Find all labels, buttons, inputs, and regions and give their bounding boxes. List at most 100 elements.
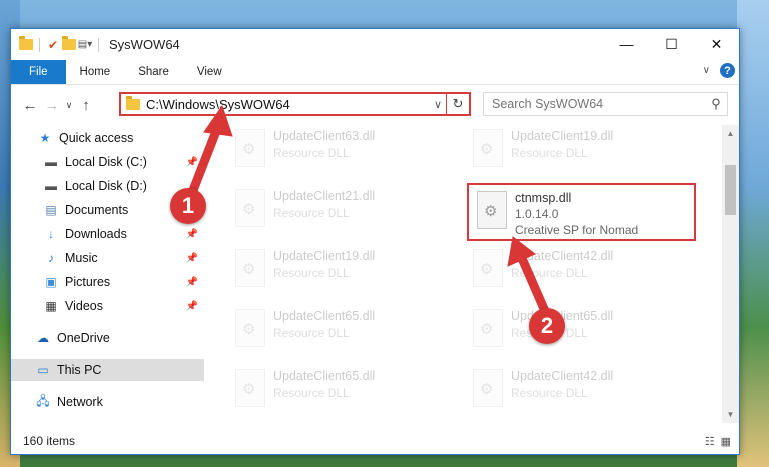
- forward-icon[interactable]: →: [41, 97, 63, 114]
- search-box[interactable]: ⚲: [483, 92, 728, 116]
- dll-file-icon: ⚙: [235, 189, 265, 227]
- properties-icon[interactable]: ✔: [46, 38, 60, 52]
- file-name: UpdateClient42.dll: [511, 249, 614, 263]
- file-description: Creative SP for Nomad: [515, 223, 639, 237]
- sidebar-item-label: Videos: [65, 299, 103, 313]
- sidebar-item-label: Network: [57, 395, 103, 409]
- pin-icon: 📌: [185, 228, 198, 240]
- refresh-icon[interactable]: ↻: [446, 94, 469, 114]
- vertical-scrollbar[interactable]: ▲ ▼: [722, 125, 739, 423]
- window-folder-icon: [19, 36, 33, 52]
- callout-1: 1: [170, 188, 206, 224]
- dll-file-icon: ⚙: [473, 309, 503, 347]
- file-item-ctnmsp[interactable]: ⚙ ctnmsp.dll 1.0.14.0 Creative SP for No…: [473, 189, 703, 245]
- large-icons-view-icon[interactable]: ▦: [721, 435, 731, 448]
- file-name: ctnmsp.dll: [515, 191, 572, 205]
- title-bar[interactable]: ✔ ▤▾ SysWOW64 — ☐ ✕: [11, 29, 739, 60]
- sidebar-item-label: OneDrive: [57, 331, 110, 345]
- file-description: Resource DLL: [511, 146, 588, 160]
- scroll-up-icon[interactable]: ▲: [722, 125, 739, 142]
- sidebar-item-label: Local Disk (C:): [65, 155, 147, 169]
- sidebar-item-downloads[interactable]: ↓ Downloads 📌: [11, 223, 204, 245]
- minimize-button[interactable]: —: [604, 29, 649, 59]
- file-name: UpdateClient21.dll: [273, 189, 376, 203]
- file-name: UpdateClient65.dll: [273, 369, 376, 383]
- close-button[interactable]: ✕: [694, 29, 739, 59]
- file-item[interactable]: ⚙ UpdateClient42.dll Resource DLL: [469, 247, 699, 303]
- star-icon: ★: [39, 131, 51, 145]
- details-view-icon[interactable]: ☷: [705, 435, 715, 448]
- sidebar-item-videos[interactable]: ▦ Videos 📌: [11, 295, 204, 317]
- file-item[interactable]: ⚙ UpdateClient65.dllResource DLL: [231, 367, 461, 423]
- dll-file-icon: ⚙: [235, 129, 265, 167]
- file-description: Resource DLL: [273, 146, 350, 160]
- downloads-icon: ↓: [48, 227, 54, 241]
- tab-view[interactable]: View: [183, 60, 236, 84]
- file-item[interactable]: ⚙ UpdateClient65.dll Resource DLL: [231, 307, 461, 363]
- dll-file-icon: ⚙: [473, 129, 503, 167]
- new-folder-icon[interactable]: [62, 36, 76, 52]
- file-name: UpdateClient19.dll: [273, 249, 376, 263]
- maximize-button[interactable]: ☐: [649, 29, 694, 59]
- back-icon[interactable]: ←: [19, 97, 41, 114]
- tab-share[interactable]: Share: [124, 60, 183, 84]
- scroll-thumb[interactable]: [725, 165, 736, 215]
- highlighted-file-box: ⚙ ctnmsp.dll 1.0.14.0 Creative SP for No…: [467, 183, 696, 241]
- quick-access-toolbar: ✔ ▤▾: [11, 36, 103, 52]
- recent-locations-icon[interactable]: ∨: [63, 100, 75, 111]
- search-icon[interactable]: ⚲: [705, 96, 727, 112]
- help-icon[interactable]: ?: [720, 63, 735, 78]
- sidebar-item-label: Music: [65, 251, 98, 265]
- file-name: UpdateClient65.dll: [273, 309, 376, 323]
- sidebar-item-label: This PC: [57, 363, 102, 377]
- navigation-bar: ← → ∨ ↑ C:\Windows\SysWOW64 ∨ ↻ ⚲: [11, 85, 739, 125]
- address-dropdown-icon[interactable]: ∨: [430, 98, 446, 111]
- tab-home[interactable]: Home: [66, 60, 125, 84]
- file-name: UpdateClient42.dll: [511, 369, 614, 383]
- file-item[interactable]: ⚙ UpdateClient63.dll Resource DLL: [231, 127, 461, 183]
- sidebar-item-music[interactable]: ♪ Music 📌: [11, 247, 204, 269]
- file-version: 1.0.14.0: [515, 207, 559, 221]
- desktop-background-right: [737, 0, 769, 467]
- drive-icon: ▬: [45, 155, 57, 169]
- search-input[interactable]: [484, 96, 705, 112]
- sidebar-item-this-pc[interactable]: ▭ This PC: [11, 359, 204, 381]
- file-description: Resource DLL: [273, 266, 350, 280]
- file-explorer-window: ✔ ▤▾ SysWOW64 — ☐ ✕ File Home Share View…: [10, 28, 740, 455]
- dll-file-icon: ⚙: [235, 309, 265, 347]
- file-description: Resource DLL: [511, 266, 588, 280]
- pin-icon: 📌: [185, 156, 198, 168]
- pin-icon: 📌: [185, 252, 198, 264]
- address-path[interactable]: C:\Windows\SysWOW64: [146, 97, 430, 112]
- file-item[interactable]: ⚙ UpdateClient42.dll Resource DLL: [469, 367, 699, 423]
- sidebar-item-local-disk-c[interactable]: ▬ Local Disk (C:) 📌: [11, 151, 204, 173]
- sidebar-item-pictures[interactable]: ▣ Pictures 📌: [11, 271, 204, 293]
- callout-2: 2: [529, 308, 565, 344]
- file-description: Resource DLL: [273, 326, 350, 340]
- file-item[interactable]: ⚙ UpdateClient19.dll Resource DLL: [469, 127, 699, 183]
- pictures-icon: ▣: [45, 275, 57, 289]
- item-count: 160 items: [23, 434, 76, 448]
- file-list: ⚙ UpdateClient63.dll Resource DLL ⚙ Updat…: [211, 125, 719, 423]
- file-item[interactable]: ⚙ UpdateClient19.dll Resource DLL: [231, 247, 461, 303]
- pin-icon: 📌: [185, 276, 198, 288]
- sidebar-item-label: Local Disk (D:): [65, 179, 147, 193]
- pc-icon: ▭: [37, 363, 49, 377]
- sidebar-item-network[interactable]: 🖧 Network: [11, 391, 204, 413]
- address-bar[interactable]: C:\Windows\SysWOW64 ∨ ↻: [119, 92, 471, 116]
- sidebar-item-onedrive[interactable]: ☁ OneDrive: [11, 327, 204, 349]
- up-icon[interactable]: ↑: [75, 97, 97, 114]
- expand-ribbon-icon[interactable]: ∨: [703, 65, 710, 76]
- scroll-down-icon[interactable]: ▼: [722, 406, 739, 423]
- music-icon: ♪: [48, 251, 54, 265]
- file-item[interactable]: ⚙ UpdateClient21.dll Resource DLL: [231, 187, 461, 243]
- window-title: SysWOW64: [109, 37, 180, 52]
- customize-toolbar-icon[interactable]: ▤▾: [78, 38, 92, 52]
- sidebar-item-quick-access[interactable]: ★ Quick access: [11, 127, 204, 149]
- dll-file-icon: ⚙: [473, 369, 503, 407]
- file-description: Resource DLL: [273, 386, 350, 400]
- file-item[interactable]: ⚙ UpdateClient65.dllResource DLL: [469, 307, 699, 363]
- onedrive-icon: ☁: [37, 331, 49, 345]
- pin-icon: 📌: [185, 300, 198, 312]
- tab-file[interactable]: File: [11, 60, 66, 84]
